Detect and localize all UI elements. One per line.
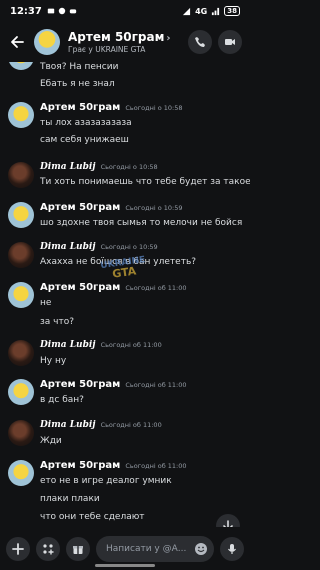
message-text: сам себя унижаеш: [40, 135, 129, 145]
signal-bars-icon: [212, 7, 220, 15]
chevron-right-icon: ›: [166, 33, 171, 44]
avatar[interactable]: [8, 282, 34, 308]
avatar[interactable]: [8, 242, 34, 268]
message-text: за что?: [40, 317, 75, 327]
message-header: Dima Lubij Сьогодні об 11:00: [40, 340, 162, 350]
voice-message-button[interactable]: [220, 536, 244, 561]
author-name[interactable]: Dima Lubij: [40, 420, 96, 430]
author-name[interactable]: Артем 50грам: [40, 379, 120, 390]
gift-icon: [73, 545, 83, 554]
message-text: что они тебе сделают: [40, 512, 145, 522]
message-timestamp: Сьогодні об 11:00: [125, 381, 187, 389]
ukraine-gta-watermark: UKRAINE GTA: [97, 255, 152, 302]
battery-level: 38: [227, 7, 237, 15]
avatar[interactable]: [8, 420, 34, 446]
status-right: 4G 38: [182, 6, 240, 16]
message-timestamp: Сьогодні о 10:58: [100, 163, 158, 171]
add-attachment-button[interactable]: [6, 536, 30, 561]
avatar[interactable]: [8, 62, 34, 70]
status-bar: 12:37 4G 38: [0, 0, 250, 22]
message-text: плаки плаки: [40, 494, 100, 504]
avatar[interactable]: [8, 162, 34, 188]
message-text: не: [40, 298, 52, 308]
navigation-handle[interactable]: [95, 564, 155, 567]
header-name-text: Артем 50грам: [68, 30, 165, 44]
header-avatar[interactable]: [34, 29, 60, 55]
message-icon: [47, 8, 55, 14]
battery-icon: 38: [224, 6, 240, 16]
message-header: Dima Lubij Сьогодні о 10:58: [40, 162, 158, 172]
message-timestamp: Сьогодні об 11:00: [100, 421, 162, 429]
message-timestamp: Сьогодні о 10:59: [100, 243, 158, 251]
back-button[interactable]: [8, 33, 26, 51]
author-name[interactable]: Артем 50грам: [40, 102, 120, 113]
author-name[interactable]: Артем 50грам: [40, 202, 120, 213]
avatar[interactable]: [8, 379, 34, 405]
avatar[interactable]: [8, 202, 34, 228]
message-text: в дс бан?: [40, 395, 84, 405]
message-text: Твоя? На пенсии: [40, 62, 119, 72]
message-header: Артем 50грам Сьогодні о 10:58: [40, 102, 183, 113]
game-icon: [58, 7, 66, 15]
message-timestamp: Сьогодні о 10:59: [125, 204, 183, 212]
message-text: ето не в игре деалог умник: [40, 476, 172, 486]
message-header: Артем 50грам Сьогодні об 11:00: [40, 379, 187, 390]
header-activity-status: Грає у UKRAINE GTA: [68, 45, 146, 54]
message-text: ты лох азазазазаза: [40, 118, 132, 128]
notification-icons: [47, 7, 77, 15]
voice-call-button[interactable]: [188, 30, 212, 54]
avatar[interactable]: [8, 460, 34, 486]
chat-header: Артем 50грам › Грає у UKRAINE GTA: [0, 22, 250, 62]
message-timestamp: Сьогодні об 11:00: [125, 462, 187, 470]
video-icon: [225, 39, 235, 45]
message-text: Ебать я не знал: [40, 79, 115, 89]
gift-button[interactable]: [66, 536, 90, 561]
message-header: Артем 50грам Сьогодні об 11:00: [40, 460, 187, 471]
message-text: Жди: [40, 436, 62, 446]
message-header: Артем 50грам Сьогодні о 10:59: [40, 202, 183, 213]
signal-icon: [183, 7, 191, 15]
author-name[interactable]: Dima Lubij: [40, 340, 96, 350]
apps-button[interactable]: [36, 536, 60, 561]
phone-icon: [195, 37, 205, 47]
network-type: 4G: [195, 6, 208, 16]
message-text: Ну ну: [40, 356, 67, 366]
message-header: Dima Lubij Сьогодні об 11:00: [40, 420, 162, 430]
avatar[interactable]: [8, 102, 34, 128]
discord-icon: [69, 9, 77, 14]
back-arrow-icon: [11, 36, 24, 48]
header-info[interactable]: Артем 50грам › Грає у UKRAINE GTA: [68, 30, 182, 54]
message-timestamp: Сьогодні о 10:58: [125, 104, 183, 112]
message-text: шо здохне твоя сымья то мелочи не бойся: [40, 218, 243, 228]
microphone-icon: [228, 543, 236, 554]
emoji-icon[interactable]: [194, 542, 208, 556]
author-name[interactable]: Dima Lubij: [40, 242, 96, 252]
header-title: Артем 50грам ›: [68, 30, 182, 44]
message-input-wrapper: [96, 535, 214, 562]
message-text: Ти хоть понимаешь что тебе будет за тако…: [40, 177, 250, 187]
plus-icon: [12, 542, 24, 555]
message-header: Dima Lubij Сьогодні о 10:59: [40, 242, 158, 252]
video-call-button[interactable]: [218, 30, 242, 54]
apps-icon: [43, 543, 54, 554]
author-name[interactable]: Артем 50грам: [40, 460, 120, 471]
author-name[interactable]: Dima Lubij: [40, 162, 96, 172]
status-time: 12:37: [10, 5, 42, 17]
message-timestamp: Сьогодні об 11:00: [100, 341, 162, 349]
avatar[interactable]: [8, 340, 34, 366]
